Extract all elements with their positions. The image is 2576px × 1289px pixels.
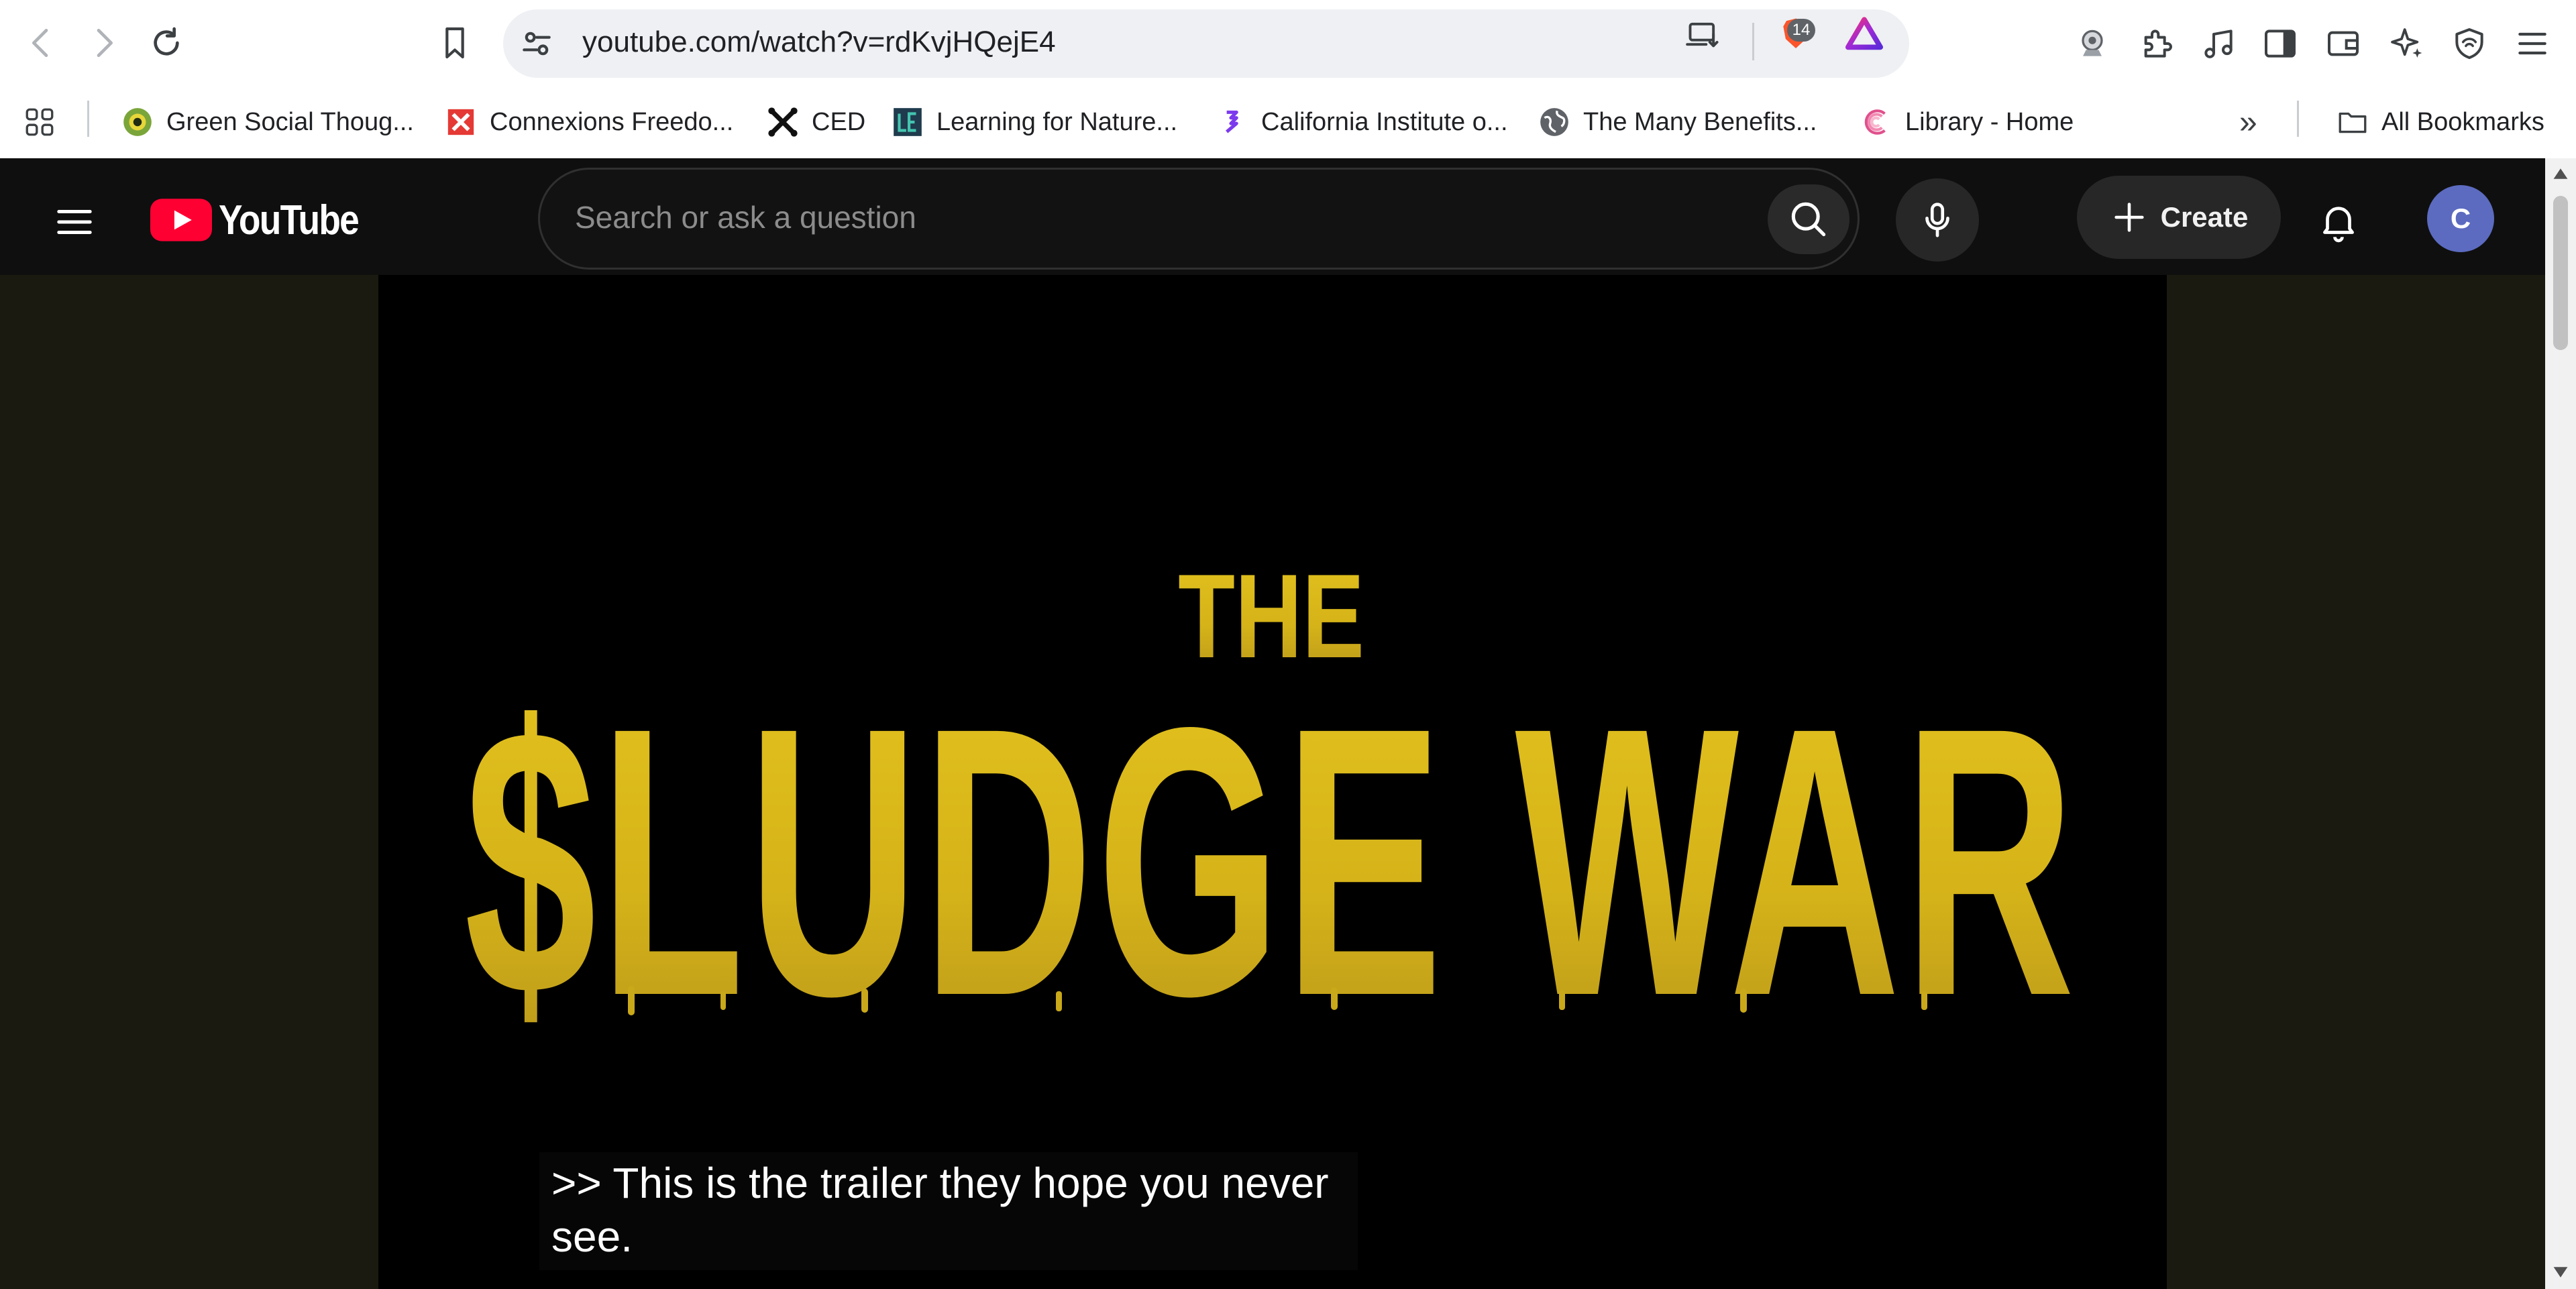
bookmark-page-button[interactable] (429, 17, 480, 68)
youtube-masthead: YouTube Create C (0, 158, 2545, 275)
webcam-icon (2082, 30, 2103, 56)
caption-line-1: >> This is the trailer they hope you nev… (551, 1159, 1329, 1207)
ambient-left (0, 275, 378, 1289)
learning-for-nature-favicon (891, 105, 924, 139)
vpn-button[interactable] (2446, 20, 2493, 67)
apps-shortcut[interactable] (23, 102, 56, 142)
main-menu-button[interactable] (2509, 20, 2556, 67)
search-box (538, 168, 1860, 270)
ced-favicon (766, 105, 800, 139)
forward-arrow-icon (97, 29, 113, 57)
reload-button[interactable] (141, 17, 192, 68)
music-note-icon (2204, 30, 2233, 58)
video-player[interactable]: THE $LUDGE WAR >> This is the trailer th… (378, 275, 2167, 1289)
video-frame: THE $LUDGE WAR (464, 549, 2078, 1076)
vpn-shield-icon (2455, 28, 2483, 59)
back-button[interactable] (16, 17, 67, 68)
install-app-icon (1686, 22, 1719, 48)
bookmarks-divider (2297, 101, 2299, 137)
bookmark-label: CED (812, 107, 866, 136)
search-button[interactable] (1768, 184, 1849, 254)
menu-icon (2518, 32, 2546, 55)
library-favicon (1860, 105, 1893, 139)
reload-icon (154, 27, 179, 56)
extensions-button[interactable] (2133, 20, 2180, 67)
notifications-button[interactable] (2298, 181, 2379, 262)
search-input[interactable] (575, 199, 1715, 235)
wallet-icon (2328, 31, 2359, 56)
bookmarks-divider (87, 101, 89, 137)
url-text[interactable]: youtube.com/watch?v=rdKvjHQejE4 (582, 25, 1056, 59)
bookmarks-overflow-button[interactable]: » (2239, 102, 2257, 142)
rewards-triangle-icon (1845, 17, 1884, 50)
create-label: Create (2160, 201, 2249, 233)
bookmark-item[interactable]: Library - Home (1860, 102, 2074, 142)
bookmark-item[interactable]: CED (766, 102, 865, 142)
bookmark-item[interactable]: The Many Benefits... (1538, 102, 1817, 142)
guide-menu-button[interactable] (46, 193, 103, 251)
forward-button[interactable] (78, 17, 129, 68)
bookmark-item[interactable]: Connexions Freedo... (444, 102, 733, 142)
all-bookmarks-button[interactable]: All Bookmarks (2336, 102, 2544, 142)
bookmark-item[interactable]: California Institute o... (1216, 102, 1508, 142)
bookmark-item[interactable]: Learning for Nature... (891, 102, 1177, 142)
bookmark-label: Learning for Nature... (936, 107, 1178, 136)
bookmarks-bar: Green Social Thoug... Connexions Freedo.… (0, 87, 2576, 158)
microphone-icon (1925, 203, 1949, 237)
scrollbar-thumb[interactable] (2553, 196, 2568, 350)
bookmark-label: Connexions Freedo... (490, 107, 734, 136)
webcam-extension-button[interactable] (2069, 20, 2116, 67)
video-captions: >> This is the trailer they hope you nev… (539, 1152, 1358, 1270)
plus-icon (2114, 203, 2144, 232)
green-eye-favicon (121, 105, 154, 139)
back-arrow-icon (32, 29, 48, 57)
page-scrollbar[interactable] (2545, 158, 2576, 1289)
bookmark-label: Green Social Thoug... (166, 107, 414, 136)
youtube-logo[interactable]: YouTube (150, 192, 381, 248)
video-title-big: $LUDGE WAR (464, 649, 2078, 1076)
scroll-down-arrow-icon[interactable] (2552, 1264, 2569, 1281)
puzzle-icon (2144, 30, 2172, 58)
brave-shields-count-badge: 14 (1787, 19, 1815, 42)
bookmark-label: The Many Benefits... (1583, 107, 1817, 136)
create-button[interactable]: Create (2077, 176, 2281, 259)
media-controls-button[interactable] (2195, 20, 2242, 67)
globe-favicon (1538, 105, 1571, 139)
omnibox-divider (1752, 23, 1754, 60)
chevron-double-right-icon: » (2239, 104, 2257, 140)
voice-search-button[interactable] (1896, 178, 1979, 262)
bookmark-label: Library - Home (1905, 107, 2074, 136)
hamburger-icon (57, 210, 92, 234)
caption-line-2: see. (551, 1213, 633, 1261)
leo-ai-button[interactable] (2383, 20, 2430, 67)
ambient-right (2167, 275, 2545, 1289)
all-bookmarks-label: All Bookmarks (2381, 107, 2544, 136)
video-player-area: THE $LUDGE WAR >> This is the trailer th… (0, 275, 2545, 1289)
connexions-favicon (444, 105, 478, 139)
browser-toolbar: youtube.com/watch?v=rdKvjHQejE4 14 (0, 0, 2576, 87)
bookmark-item[interactable]: Green Social Thoug... (121, 102, 414, 142)
brave-rewards-button[interactable] (1843, 13, 1885, 55)
youtube-page: YouTube Create C (0, 158, 2545, 1289)
apps-grid-icon (23, 105, 56, 139)
wallet-button[interactable] (2320, 20, 2367, 67)
site-settings-icon[interactable] (518, 25, 555, 62)
bell-icon (2323, 207, 2354, 243)
youtube-play-logo-icon (150, 199, 212, 241)
account-avatar[interactable]: C (2427, 185, 2494, 252)
search-icon (1791, 202, 1826, 237)
folder-icon (2336, 105, 2369, 139)
scroll-up-arrow-icon[interactable] (2552, 165, 2569, 182)
california-institute-favicon (1216, 105, 1249, 139)
youtube-wordmark: YouTube (219, 197, 360, 243)
ai-sparkle-icon (2391, 28, 2422, 58)
bookmark-icon (445, 27, 464, 59)
bookmark-label: California Institute o... (1261, 107, 1508, 136)
install-app-button[interactable] (1682, 13, 1724, 55)
sidebar-icon (2265, 30, 2296, 58)
sidebar-toggle-button[interactable] (2257, 20, 2304, 67)
